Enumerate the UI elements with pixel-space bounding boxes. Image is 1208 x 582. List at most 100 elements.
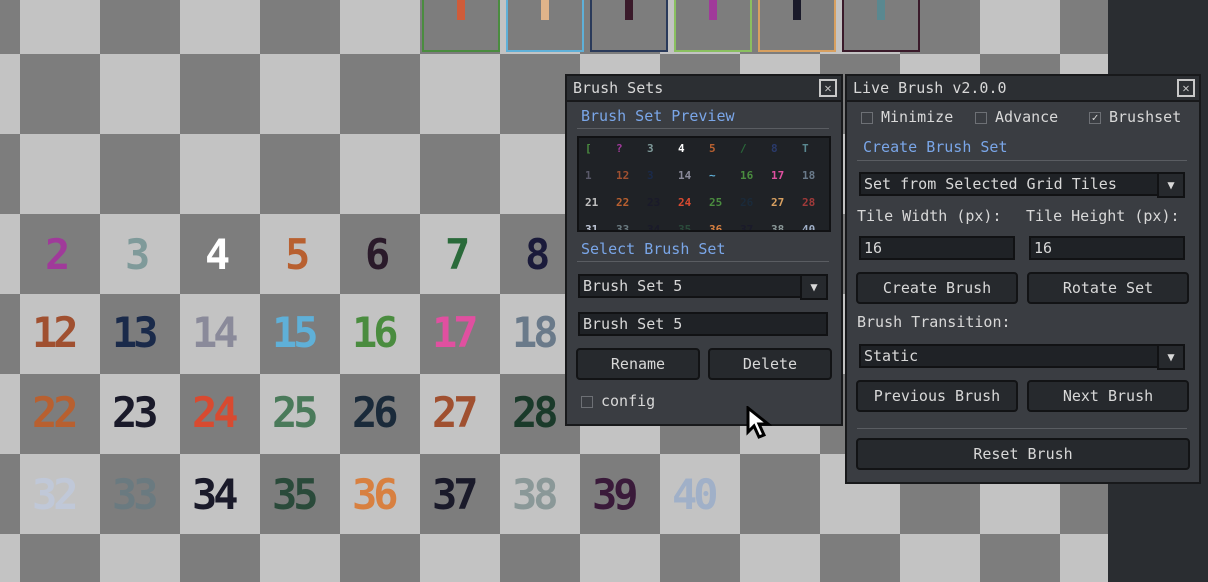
chevron-down-icon[interactable]: ▼ <box>1157 344 1185 370</box>
tile-glyph: 34 <box>192 470 239 519</box>
brush-transition-label: Brush Transition: <box>857 313 1011 331</box>
tile-glyph: 13 <box>112 308 159 357</box>
rotate-set-button[interactable]: Rotate Set <box>1027 272 1189 304</box>
tile-strip <box>422 0 926 54</box>
preview-glyph: 31 <box>585 223 599 232</box>
preview-glyph: 37 <box>740 223 754 232</box>
tile-glyph: 7 <box>445 230 470 279</box>
tile-glyph: 4 <box>205 230 230 279</box>
create-brush-button[interactable]: Create Brush <box>856 272 1018 304</box>
tile-glyph: 35 <box>272 470 319 519</box>
preview-glyph: 25 <box>709 196 723 209</box>
minimize-label: Minimize <box>881 108 954 126</box>
brush-source-select[interactable]: Set from Selected Grid Tiles ▼ <box>859 172 1185 198</box>
tile-width-input[interactable]: 16 <box>859 236 1015 260</box>
tile-glyph: 36 <box>352 470 399 519</box>
preview-glyph: ? <box>616 142 623 155</box>
checkmark-icon[interactable]: ✓ <box>1089 111 1101 124</box>
chevron-down-icon[interactable]: ▼ <box>1157 172 1185 198</box>
preview-glyph: 4 <box>678 142 685 155</box>
preview-glyph: 26 <box>740 196 754 209</box>
tile-glyph: 14 <box>192 308 239 357</box>
preview-glyph: 35 <box>678 223 692 232</box>
brush-set-select-value: Brush Set 5 <box>583 277 683 295</box>
section-heading-create: Create Brush Set <box>863 138 1008 156</box>
preview-glyph: 5 <box>709 142 716 155</box>
preview-glyph: 17 <box>771 169 785 182</box>
previous-brush-button[interactable]: Previous Brush <box>856 380 1018 412</box>
mouse-cursor-icon <box>746 406 773 439</box>
preview-glyph: 18 <box>802 169 816 182</box>
tile-mark <box>625 0 633 20</box>
minimize-checkbox[interactable]: Minimize <box>861 108 953 126</box>
brushset-checkbox[interactable]: ✓ Brushset <box>1089 108 1181 126</box>
preview-glyph: 27 <box>771 196 785 209</box>
tile-glyph: 33 <box>112 470 159 519</box>
checkbox-box[interactable] <box>861 111 873 124</box>
brush-transition-select[interactable]: Static ▼ <box>859 344 1185 370</box>
preview-glyph: 8 <box>771 142 778 155</box>
preview-glyph: 23 <box>647 196 661 209</box>
section-heading-preview: Brush Set Preview <box>581 107 735 125</box>
tile-thumbnail[interactable] <box>506 0 584 52</box>
preview-glyph: [ <box>585 142 592 155</box>
tile-glyph: 23 <box>112 388 159 437</box>
tile-height-label: Tile Height (px): <box>1026 207 1180 225</box>
tile-glyph: 39 <box>592 470 639 519</box>
tile-glyph: 17 <box>432 308 479 357</box>
preview-glyph: 16 <box>740 169 754 182</box>
advance-checkbox[interactable]: Advance <box>975 108 1058 126</box>
brush-set-preview: [? 3 4 5/8 T 1 12 3 14 ~16 17 18 21 22 23 24 25 26 27 28 31 3… <box>577 136 831 232</box>
divider <box>857 160 1187 161</box>
tile-mark <box>541 0 549 20</box>
brush-transition-value: Static <box>864 347 919 365</box>
tile-width-label: Tile Width (px): <box>857 207 1002 225</box>
checkbox-box[interactable] <box>975 111 987 124</box>
preview-glyph: / <box>740 142 747 155</box>
live-brush-titlebar[interactable]: Live Brush v2.0.0 ✕ <box>847 76 1199 102</box>
brush-sets-titlebar[interactable]: Brush Sets ✕ <box>567 76 841 102</box>
tile-glyph: 22 <box>32 388 79 437</box>
tile-glyph: 15 <box>272 308 319 357</box>
tile-glyph: 38 <box>512 470 559 519</box>
tile-mark <box>793 0 801 20</box>
preview-glyph: 40 <box>802 223 816 232</box>
checkbox-box[interactable] <box>581 395 593 408</box>
tile-thumbnail[interactable] <box>758 0 836 52</box>
preview-glyph: 33 <box>616 223 630 232</box>
preview-glyph: 12 <box>616 169 630 182</box>
tile-glyph: 25 <box>272 388 319 437</box>
tile-thumbnail[interactable] <box>842 0 920 52</box>
config-checkbox[interactable]: config <box>581 392 655 410</box>
tile-glyph: 8 <box>525 230 550 279</box>
tile-glyph: 32 <box>32 470 79 519</box>
tile-glyph: 6 <box>365 230 390 279</box>
panel-title: Brush Sets <box>573 79 664 97</box>
preview-glyph: 36 <box>709 223 723 232</box>
tile-thumbnail[interactable] <box>422 0 500 52</box>
live-brush-panel: Live Brush v2.0.0 ✕ Minimize Advance ✓ Br… <box>845 74 1201 484</box>
tile-mark <box>457 0 465 20</box>
divider <box>577 261 829 262</box>
close-icon[interactable]: ✕ <box>1177 79 1195 97</box>
tile-glyph: 16 <box>352 308 399 357</box>
preview-glyph: 1 <box>585 169 592 182</box>
brush-source-value: Set from Selected Grid Tiles <box>864 175 1117 193</box>
tile-height-input[interactable]: 16 <box>1029 236 1185 260</box>
next-brush-button[interactable]: Next Brush <box>1027 380 1189 412</box>
close-icon[interactable]: ✕ <box>819 79 837 97</box>
tile-glyph: 3 <box>125 230 150 279</box>
brush-set-name-input[interactable]: Brush Set 5 <box>578 312 828 336</box>
preview-glyph: T <box>802 142 809 155</box>
chevron-down-icon[interactable]: ▼ <box>800 274 828 300</box>
preview-glyph: 22 <box>616 196 630 209</box>
delete-button[interactable]: Delete <box>708 348 832 380</box>
reset-brush-button[interactable]: Reset Brush <box>856 438 1190 470</box>
rename-button[interactable]: Rename <box>576 348 700 380</box>
tile-thumbnail[interactable] <box>590 0 668 52</box>
brush-set-select[interactable]: Brush Set 5 ▼ <box>578 274 828 300</box>
tile-thumbnail[interactable] <box>674 0 752 52</box>
preview-glyph: 28 <box>802 196 816 209</box>
tile-mark <box>877 0 885 20</box>
preview-glyph: 24 <box>678 196 692 209</box>
